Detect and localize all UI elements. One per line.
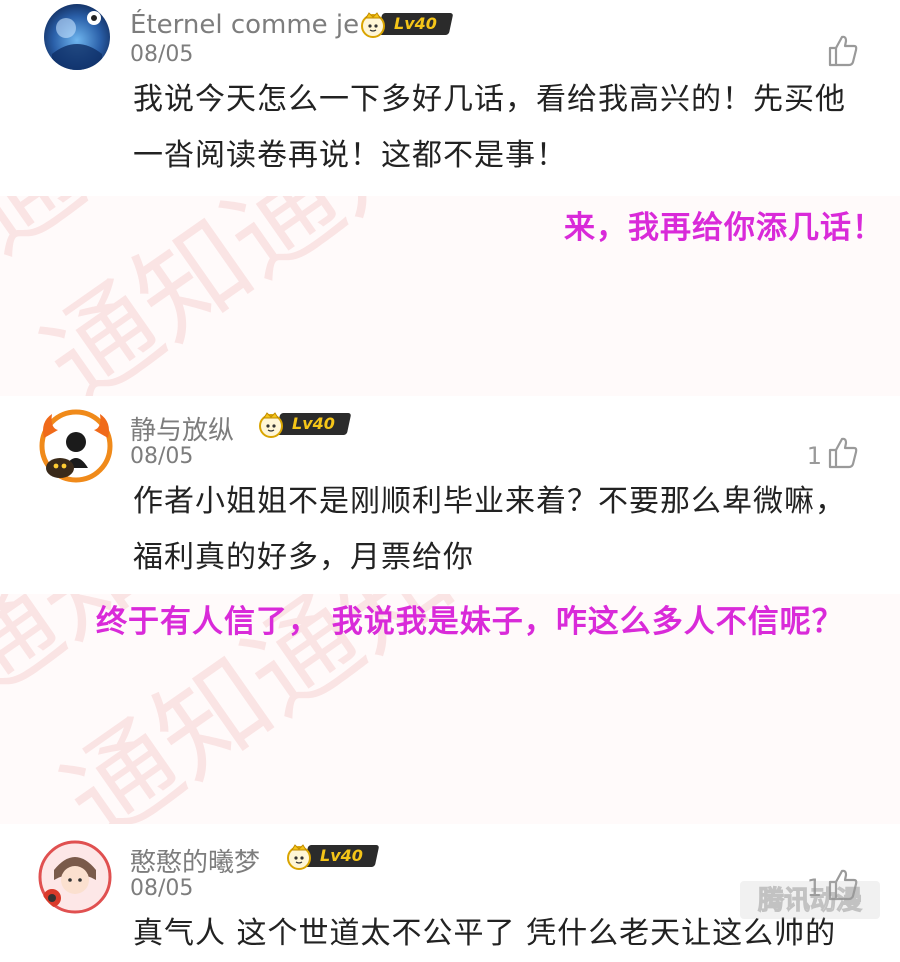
author-reply-band-2: 通知通知通知通知通知通知 通知通知通知通知通知通知 终于有人信了， 我说我是妹子…: [0, 594, 900, 824]
level-label: Lv40: [394, 14, 437, 33]
comment-text-line: 一沓阅读卷再说！这都不是事！: [133, 138, 567, 173]
crown-icon: [259, 412, 283, 438]
level-label: Lv40: [320, 846, 363, 865]
comment-1: Éternel comme je Lv40 08/05 我说今天怎么一下多好几话…: [0, 0, 900, 196]
avatar[interactable]: [44, 4, 110, 70]
username[interactable]: Éternel comme je: [130, 10, 359, 40]
crown-icon: [287, 844, 311, 870]
comment-2: 静与放纵 Lv40 08/05 1 作者小姐姐不是刚顺利毕业来着？不要那么卑微嘛…: [0, 396, 900, 594]
comment-date: 08/05: [130, 42, 194, 67]
level-badge: Lv40: [284, 844, 380, 870]
author-reply-text: 来，我再给你添几话！: [564, 210, 884, 246]
thumbs-up-icon: [828, 35, 858, 67]
comment-text-line: 作者小姐姐不是刚顺利毕业来着？不要那么卑微嘛，: [133, 484, 846, 519]
avatar[interactable]: [38, 408, 114, 484]
author-reply-band-1: 通知通知通知通知通知通知 通知通知通知通知通知通知 来，我再给你添几话！: [0, 196, 900, 396]
comment-text-line: 我说今天怎么一下多好几话，看给我高兴的！先买他: [133, 82, 846, 117]
like-button[interactable]: 1: [807, 436, 860, 470]
crown-icon: [361, 12, 385, 38]
thumbs-up-icon: [828, 437, 858, 469]
level-label: Lv40: [292, 414, 335, 433]
comment-text: 作者小姐姐不是刚顺利毕业来着？不要那么卑微嘛， 福利真的好多，月票给你: [133, 474, 863, 586]
comment-3: 憨憨的曦梦 Lv40 08/05 1 真气人 这个世道太不公平了 凭什么老天让这…: [0, 824, 900, 951]
username[interactable]: 静与放纵: [130, 410, 234, 447]
comment-date: 08/05: [130, 876, 194, 901]
brand-watermark-logo: 腾讯动漫: [740, 881, 880, 919]
comment-date: 08/05: [130, 444, 194, 469]
comment-text: 我说今天怎么一下多好几话，看给我高兴的！先买他 一沓阅读卷再说！这都不是事！: [133, 72, 863, 184]
username[interactable]: 憨憨的曦梦: [130, 842, 260, 879]
author-reply-text: 终于有人信了， 我说我是妹子，咋这么多人不信呢？: [96, 604, 844, 640]
comment-text-line: 福利真的好多，月票给你: [133, 540, 474, 575]
brand-text: 腾讯动漫: [758, 886, 862, 916]
level-badge: Lv40: [256, 412, 352, 438]
like-count: 1: [806, 442, 822, 470]
like-button[interactable]: [822, 34, 860, 68]
avatar[interactable]: [38, 840, 112, 914]
level-badge: Lv40: [358, 12, 454, 38]
